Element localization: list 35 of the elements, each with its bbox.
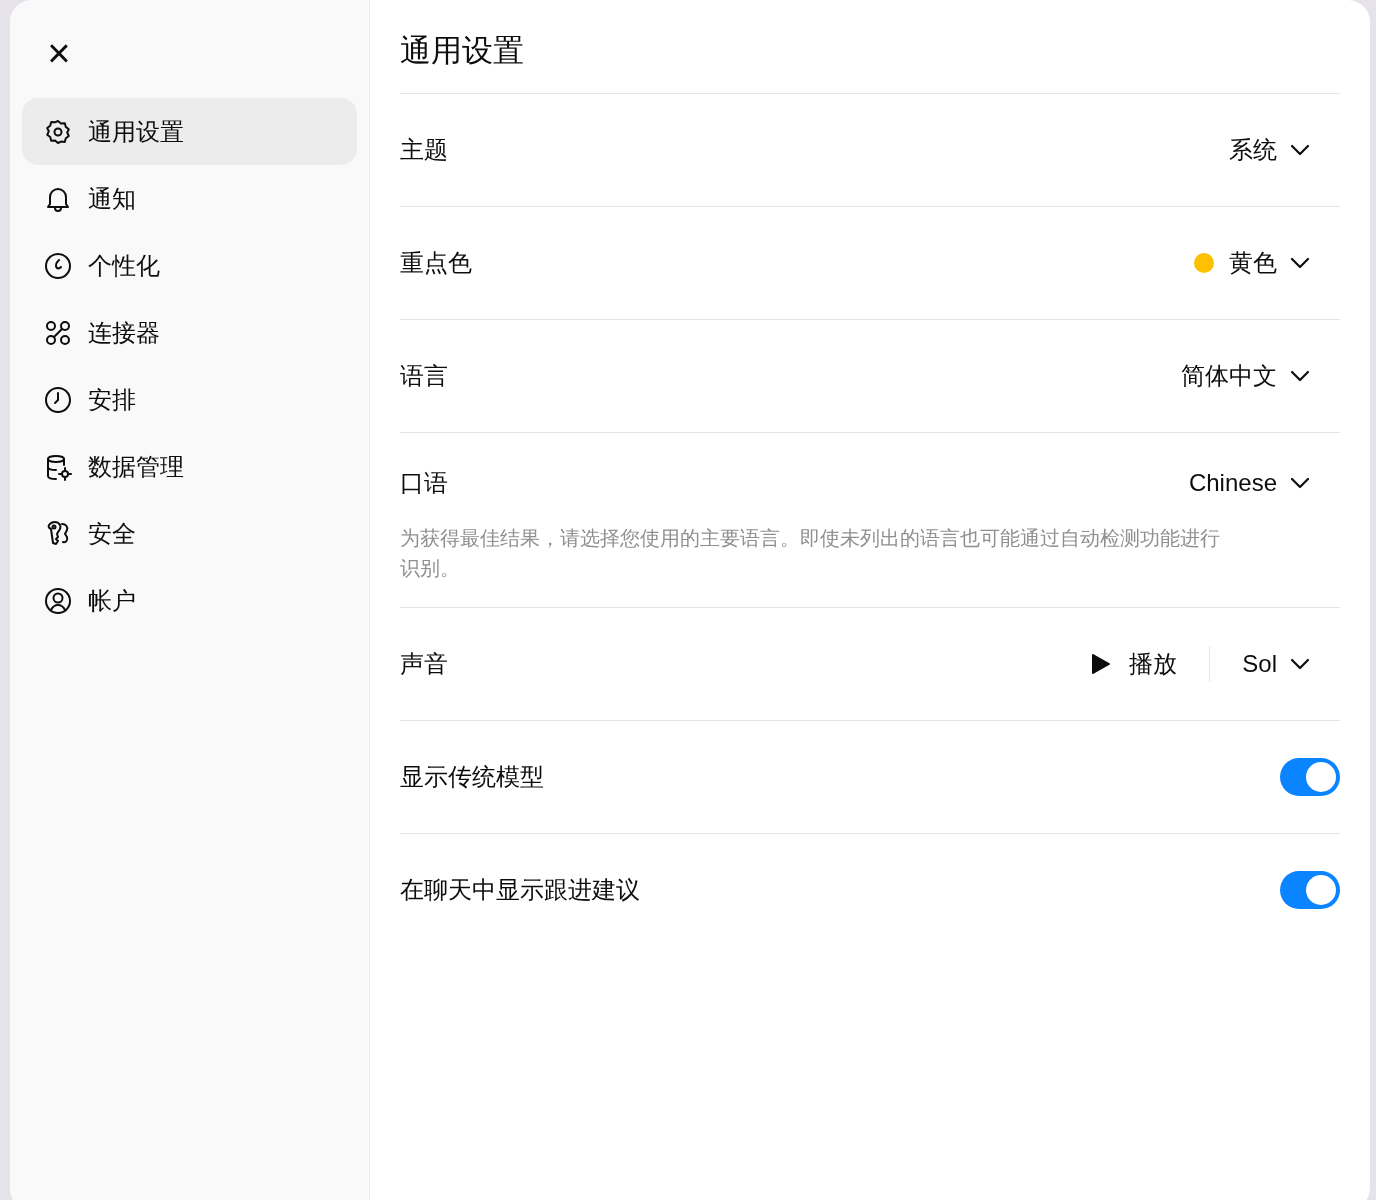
user-icon: [43, 585, 73, 616]
chevron-down-icon: [1290, 657, 1310, 670]
clock-icon: [43, 384, 73, 415]
toggle-switch[interactable]: [1280, 757, 1340, 796]
sidebar-item[interactable]: 数据管理: [22, 433, 357, 500]
hint-text: 为获得最佳结果，请选择您使用的主要语言。即使未列出的语言也可能通过自动检测功能进行识别。: [400, 525, 1220, 581]
sidebar-item[interactable]: 通知: [22, 165, 357, 232]
setting-label: 显示传统模型: [400, 761, 544, 792]
setting-label: 口语: [400, 467, 448, 498]
sidebar-item[interactable]: 连接器: [22, 299, 357, 366]
setting-label: 主题: [400, 134, 448, 165]
sidebar-item[interactable]: 帐户: [22, 567, 357, 634]
setting-label: 声音: [400, 648, 448, 679]
dropdown[interactable]: Sol: [1242, 645, 1340, 682]
play-icon: [1091, 652, 1112, 675]
dropdown[interactable]: Chinese: [1188, 464, 1340, 501]
chevron-down-icon: [1290, 143, 1310, 156]
page-title: 通用设置: [400, 28, 1340, 94]
chevron-down-icon: [1290, 476, 1310, 489]
play-button[interactable]: 播放: [1091, 645, 1211, 682]
palette-icon: [43, 250, 73, 281]
sidebar-item[interactable]: 个性化: [22, 232, 357, 299]
sidebar-item[interactable]: 安排: [22, 366, 357, 433]
chevron-down-icon: [1290, 369, 1310, 382]
toggle-switch[interactable]: [1280, 870, 1340, 909]
dropdown[interactable]: 黄色: [1194, 244, 1340, 281]
dropdown[interactable]: 简体中文: [1181, 357, 1340, 394]
sidebar-item[interactable]: 通用设置: [22, 98, 357, 165]
dropdown[interactable]: 系统: [1229, 131, 1340, 168]
setting-label: 语言: [400, 360, 448, 391]
setting-label: 在聊天中显示跟进建议: [400, 874, 640, 905]
close-button[interactable]: ×: [34, 28, 84, 78]
chevron-down-icon: [1290, 256, 1310, 269]
sidebar-item[interactable]: 安全: [22, 500, 357, 567]
setting-label: 重点色: [400, 247, 472, 278]
